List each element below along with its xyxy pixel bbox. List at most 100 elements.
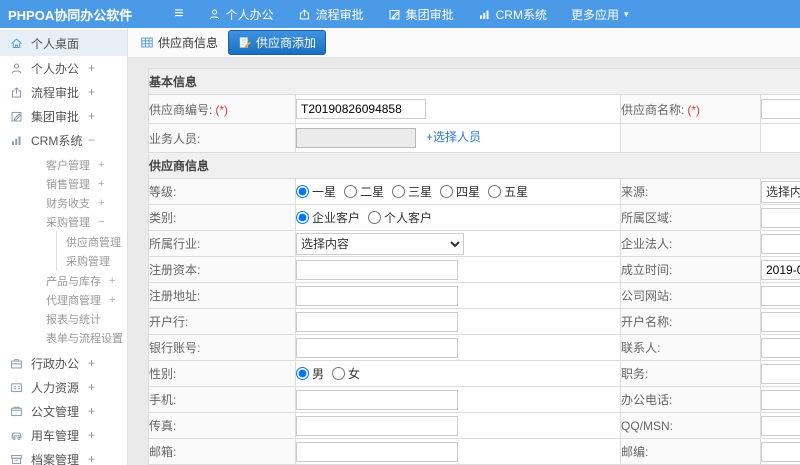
level-radio[interactable] (392, 185, 406, 198)
website-input[interactable] (761, 285, 800, 306)
field-label: 来源: (621, 185, 649, 199)
gender-radio-option[interactable]: 女 (332, 367, 360, 381)
gender-radio[interactable] (332, 367, 346, 380)
region-input[interactable] (761, 207, 800, 228)
bank-branch-input[interactable] (296, 311, 458, 332)
field-cell: 男女 (295, 360, 621, 387)
expand-toggle[interactable]: + (88, 380, 95, 394)
industry-select[interactable]: 选择内容 (296, 232, 464, 255)
sidebar-item-process-approval[interactable]: 流程审批 + (0, 80, 127, 104)
sidebar-subitem-purchase-mgmt[interactable]: 采购管理 − (0, 212, 127, 231)
sidebar-item-label: 个人办公 (31, 61, 80, 76)
sidebar-item-group-approval[interactable]: 集团审批 + (0, 104, 127, 128)
staff-picker-input[interactable] (296, 128, 416, 148)
sidebar-submenu-nested: 供应商管理 采购管理 (56, 231, 127, 271)
expand-toggle[interactable]: + (88, 404, 95, 418)
field-cell: 企业客户 个人客户 (295, 204, 621, 231)
registered-address-input[interactable] (296, 285, 458, 306)
field-cell (759, 256, 800, 283)
level-radio[interactable] (488, 185, 502, 198)
tab-bar: 供应商信息 供应商添加 (128, 28, 800, 58)
sidebar-subitem-reports-stats[interactable]: 报表与统计 (0, 309, 127, 328)
mobile-input[interactable] (296, 389, 458, 410)
topnav-crm-system[interactable]: CRM系统 (478, 6, 547, 23)
sidebar-subitem-finance[interactable]: 财务收支 + (0, 193, 127, 212)
tab-supplier-info[interactable]: 供应商信息 (140, 34, 218, 51)
expand-toggle[interactable]: + (88, 61, 95, 75)
qq-msn-input[interactable] (761, 415, 800, 436)
form-row: 注册资本: 成立时间: (148, 256, 800, 283)
topnav-group-approval[interactable]: 集团审批 (388, 6, 454, 23)
office-phone-input[interactable] (761, 389, 800, 410)
level-radio-option[interactable]: 三星 (392, 185, 432, 199)
gender-radio[interactable] (296, 367, 309, 380)
sidebar-item-hr[interactable]: 人力资源 + (0, 375, 127, 399)
sidebar-item-document-mgmt[interactable]: 公文管理 + (0, 399, 127, 423)
sidebar-subitem-customer-mgmt[interactable]: 客户管理 + (0, 155, 127, 174)
topnav-process-approval[interactable]: 流程审批 (298, 6, 364, 23)
sidebar-subitem-supplier-mgmt[interactable]: 供应商管理 (57, 232, 127, 251)
sidebar-subitem-form-flow-settings[interactable]: 表单与流程设置+ (0, 328, 127, 347)
sidebar-item-personal-desktop[interactable]: 个人桌面 (0, 30, 127, 56)
level-radio-option[interactable]: 五星 (488, 185, 528, 199)
supplier-name-input[interactable] (761, 99, 800, 119)
form-row: 传真: QQ/MSN: (148, 412, 800, 439)
sidebar-item-archive-mgmt[interactable]: 档案管理 + (0, 447, 127, 465)
sidebar-item-admin-office[interactable]: 行政办公 + (0, 351, 127, 375)
sidebar-subitem-purchase-mgmt-sub[interactable]: 采购管理 (57, 251, 127, 270)
expand-toggle[interactable]: + (98, 197, 104, 209)
sidebar-item-personal-office[interactable]: 个人办公 + (0, 56, 127, 80)
expand-toggle[interactable]: + (109, 275, 115, 287)
expand-toggle[interactable]: + (88, 109, 95, 123)
expand-toggle[interactable]: + (109, 294, 115, 306)
bank-account-input[interactable] (296, 337, 458, 358)
field-label: 所属区域: (621, 211, 673, 225)
source-select[interactable]: 选择内容 (761, 180, 800, 203)
sidebar-subitem-product-inventory[interactable]: 产品与库存 + (0, 271, 127, 290)
legal-person-input[interactable] (761, 233, 800, 254)
level-radio[interactable] (296, 185, 309, 198)
select-person-link[interactable]: +选择人员 (426, 130, 481, 144)
category-radio[interactable] (368, 211, 382, 224)
contact-person-input[interactable] (761, 337, 800, 358)
required-marker: (*) (687, 102, 701, 117)
sidebar-subitem-agent-mgmt[interactable]: 代理商管理 + (0, 290, 127, 309)
expand-toggle[interactable]: + (88, 85, 95, 99)
zipcode-input[interactable] (761, 441, 800, 462)
registered-capital-input[interactable] (296, 259, 458, 280)
level-radio[interactable] (440, 185, 454, 198)
expand-toggle[interactable]: − (88, 133, 95, 147)
supplier-code-input[interactable] (296, 99, 426, 119)
level-radio-option[interactable]: 二星 (344, 185, 384, 199)
expand-toggle[interactable]: − (98, 216, 104, 228)
sidebar-item-vehicle-mgmt[interactable]: 用车管理 + (0, 423, 127, 447)
position-input[interactable] (761, 363, 800, 384)
category-radio[interactable] (296, 211, 309, 224)
expand-toggle[interactable]: + (88, 356, 95, 370)
sidebar-subitem-sales-mgmt[interactable]: 销售管理 + (0, 174, 127, 193)
field-label: 注册资本: (149, 263, 201, 277)
category-radio-option[interactable]: 企业客户 (296, 211, 360, 225)
field-cell (759, 282, 800, 309)
sidebar-submenu: 客户管理 + 销售管理 + 财务收支 + 采购管理 − 供应商管理 采购管理 产品与库存 + 代理商管理… (0, 152, 127, 351)
level-radio[interactable] (344, 185, 358, 198)
account-name-input[interactable] (761, 311, 800, 332)
expand-toggle[interactable]: + (98, 178, 104, 190)
email-input[interactable] (296, 441, 458, 462)
expand-toggle[interactable]: + (88, 452, 95, 465)
topnav-personal-office[interactable]: 个人办公 (208, 6, 274, 23)
expand-toggle[interactable]: + (98, 159, 104, 171)
tab-supplier-add[interactable]: 供应商添加 (228, 30, 327, 55)
gender-radio-option[interactable]: 男 (296, 367, 324, 381)
tab-label: 供应商信息 (158, 36, 219, 50)
founded-date-input[interactable] (761, 259, 800, 280)
sidebar-item-crm-system[interactable]: CRM系统 − (0, 128, 127, 152)
fax-input[interactable] (296, 415, 458, 436)
expand-toggle[interactable]: + (88, 428, 95, 442)
level-radio-option[interactable]: 四星 (440, 185, 480, 199)
level-radio-option[interactable]: 一星 (296, 185, 336, 199)
menu-toggle-icon[interactable]: ≡ (174, 6, 183, 22)
topnav-more-apps[interactable]: 更多应用 ▾ (571, 6, 629, 23)
category-radio-option[interactable]: 个人客户 (368, 211, 432, 225)
field-cell (759, 230, 800, 257)
